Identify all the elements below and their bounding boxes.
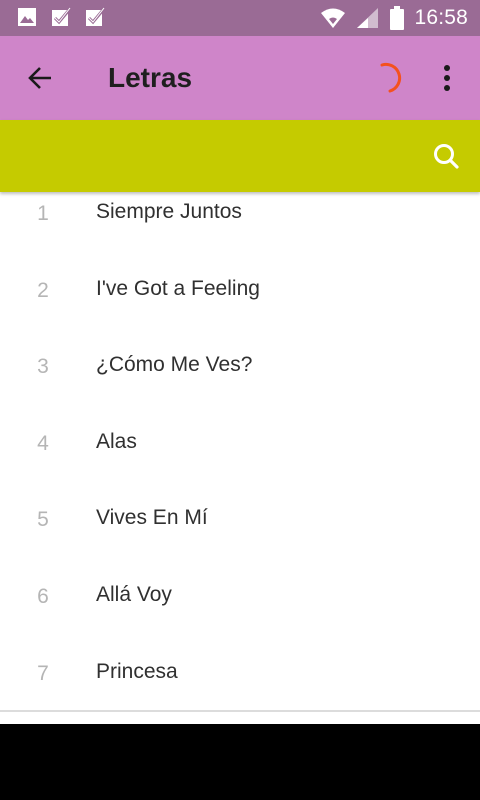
song-title: I've Got a Feeling	[96, 276, 260, 300]
more-vertical-icon	[444, 65, 450, 91]
download-icon	[86, 7, 105, 26]
signal-icon	[357, 8, 379, 28]
notification-icons	[16, 6, 106, 28]
track-number: 5	[37, 508, 49, 532]
list-item[interactable]: 6 Allá Voy	[0, 575, 480, 652]
song-title: Alas	[96, 429, 137, 453]
status-bar: 16:58	[0, 0, 480, 36]
track-number: 1	[37, 202, 49, 225]
app-bar: Letras	[0, 36, 480, 120]
system-navigation-bar	[0, 724, 480, 800]
song-title: Princesa	[96, 659, 178, 683]
song-title: ¿Cómo Me Ves?	[96, 353, 253, 377]
back-button[interactable]	[16, 54, 64, 102]
song-title: Siempre Juntos	[96, 200, 242, 223]
arrow-left-icon	[28, 67, 51, 89]
song-title: Vives En Mí	[96, 506, 208, 530]
song-title: Allá Voy	[96, 582, 172, 606]
track-number: 3	[37, 355, 49, 379]
system-status: 16:58	[320, 0, 468, 36]
list-item[interactable]: 5 Vives En Mí	[0, 498, 480, 575]
track-number: 7	[37, 661, 49, 685]
loading-spinner-icon	[380, 62, 402, 93]
track-number: 2	[37, 278, 49, 302]
list-item[interactable]: 3 ¿Cómo Me Ves?	[0, 345, 480, 422]
track-number: 6	[37, 584, 49, 608]
clock: 16:58	[414, 6, 468, 29]
list-item[interactable]: 1 Siempre Juntos	[0, 192, 480, 269]
list-item[interactable]: 2 I've Got a Feeling	[0, 269, 480, 346]
song-list: 1 Siempre Juntos 2 I've Got a Feeling 3 …	[0, 192, 480, 728]
image-icon	[18, 8, 36, 26]
search-icon	[434, 144, 459, 169]
search-bar[interactable]	[0, 120, 480, 192]
download-icon	[52, 7, 71, 26]
more-options-button[interactable]	[426, 54, 468, 102]
list-item[interactable]: 4 Alas	[0, 422, 480, 499]
search-button[interactable]	[428, 138, 464, 174]
track-number: 4	[37, 431, 49, 455]
wifi-icon	[321, 8, 346, 28]
list-footer	[0, 712, 480, 724]
page-title: Letras	[108, 62, 193, 93]
battery-icon	[390, 6, 405, 30]
